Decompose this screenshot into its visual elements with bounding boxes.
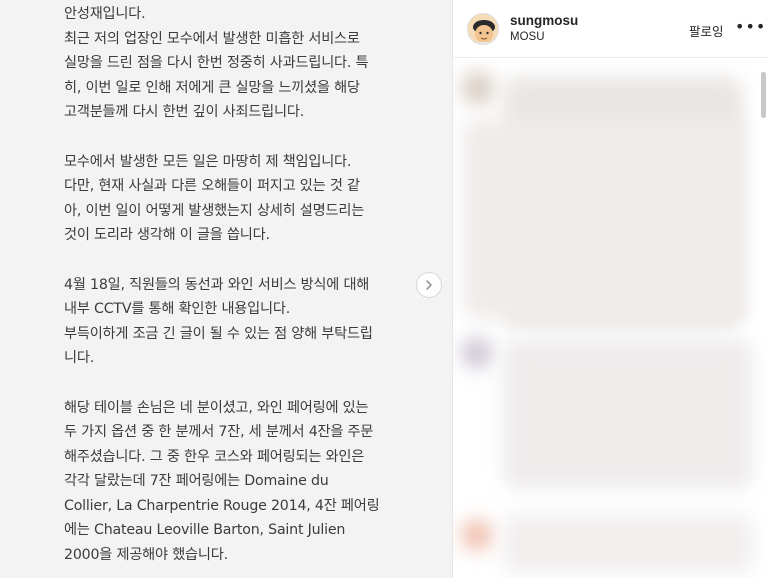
post-text-line: 부득이하게 조금 긴 글이 될 수 있는 점 양해 부탁드립 (64, 325, 373, 342)
post-text-line: 최근 저의 업장인 모수에서 발생한 미흡한 서비스로 (64, 30, 360, 47)
post-text-line: 각각 달랐는데 7잔 페어링에는 Domaine du (64, 473, 329, 490)
blurred-comments (453, 59, 768, 578)
post-text-line: 것이 도리라 생각해 이 글을 씁니다. (64, 227, 270, 244)
post-header: sungmosu MOSU 팔로잉 ••• (453, 0, 768, 58)
post-paragraph: 4월 18일, 직원들의 동선과 와인 서비스 방식에 대해내부 CCTV를 통… (64, 273, 414, 371)
post-paragraph: 모수에서 발생한 모든 일은 마땅히 제 책임입니다. 다만, 현재 사실과 다른… (64, 150, 414, 248)
post-text-line: 4월 18일, 직원들의 동선과 와인 서비스 방식에 대해 (64, 276, 370, 293)
next-slide-button[interactable] (416, 272, 442, 298)
username[interactable]: sungmosu (510, 13, 578, 28)
post-text-line: 모수에서 발생한 모든 일은 마땅히 제 책임입니다. (64, 153, 352, 170)
post-text-line: Collier, La Charpentrie Rouge 2014, 4잔 페… (64, 497, 380, 514)
following-button[interactable]: 팔로잉 (689, 21, 724, 40)
chevron-right-icon (426, 280, 432, 290)
post-sidebar: sungmosu MOSU 팔로잉 ••• (453, 0, 768, 578)
post-text-line: 히, 이번 일로 인해 저에게 큰 실망을 느끼셨을 해당 (64, 79, 360, 96)
post-text: 안성재입니다. 최근 저의 업장인 모수에서 발생한 미흡한 서비스로실망을 드린… (64, 2, 414, 568)
post-paragraph: 안성재입니다. 최근 저의 업장인 모수에서 발생한 미흡한 서비스로실망을 드린… (64, 2, 414, 125)
more-options-icon[interactable]: ••• (735, 17, 766, 36)
post-text-line: 2000을 제공해야 했습니다. (64, 547, 228, 564)
post-text-line: 아, 이번 일이 어떻게 발생했는지 상세히 설명드리는 (64, 202, 365, 219)
post-text-line: 실망을 드린 점을 다시 한번 정중히 사과드립니다. 특 (64, 55, 369, 72)
post-paragraph: 해당 테이블 손님은 네 분이셨고, 와인 페어링에 있는두 가지 옵션 중 한… (64, 396, 414, 568)
profile-avatar-icon (468, 14, 498, 44)
post-text-line: 해주셨습니다. 그 중 한우 코스와 페어링되는 와인은 (64, 448, 365, 465)
post-text-line: 내부 CCTV를 통해 확인한 내용입니다. (64, 301, 291, 318)
post-text-line: 해당 테이블 손님은 네 분이셨고, 와인 페어링에 있는 (64, 399, 369, 416)
post-text-line: 고객분들께 다시 한번 깊이 사죄드립니다. (64, 104, 305, 121)
post-text-line: 안성재입니다. (64, 6, 146, 22)
post-text-line: 두 가지 옵션 중 한 분께서 7잔, 세 분께서 4잔을 주문 (64, 424, 374, 441)
profile-subtitle: MOSU (510, 31, 545, 43)
post-image: 안성재입니다. 최근 저의 업장인 모수에서 발생한 미흡한 서비스로실망을 드린… (0, 0, 452, 578)
post-text-line: 니다. (64, 350, 95, 367)
post-text-line: 다만, 현재 사실과 다른 오해들이 퍼지고 있는 것 같 (64, 178, 360, 195)
avatar[interactable] (467, 13, 499, 45)
post-text-line: 에는 Chateau Leoville Barton, Saint Julien (64, 522, 346, 539)
comments-scrollbar[interactable] (761, 72, 766, 118)
